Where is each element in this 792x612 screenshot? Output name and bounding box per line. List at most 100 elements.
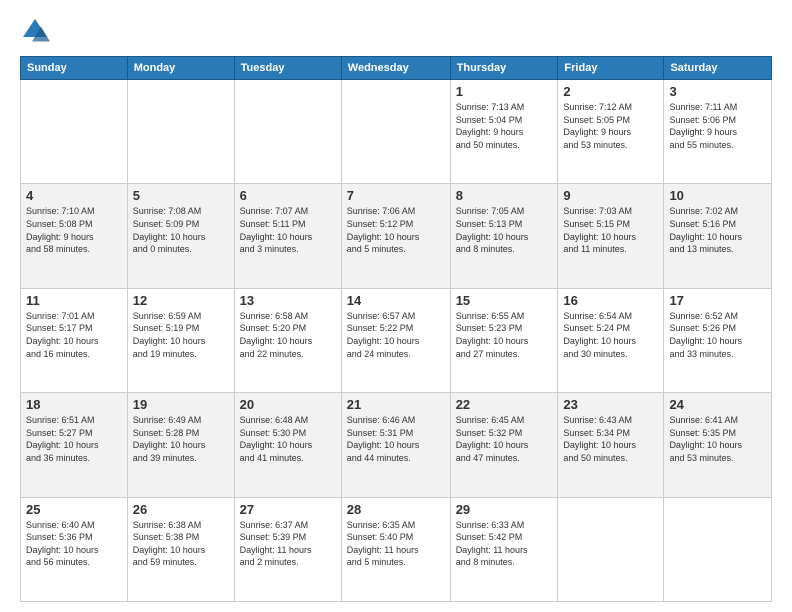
cell-info: Sunrise: 7:13 AM Sunset: 5:04 PM Dayligh… [456,101,553,151]
calendar-cell: 22Sunrise: 6:45 AM Sunset: 5:32 PM Dayli… [450,393,558,497]
cell-day-number: 4 [26,188,122,203]
cell-info: Sunrise: 7:08 AM Sunset: 5:09 PM Dayligh… [133,205,229,255]
cell-info: Sunrise: 6:35 AM Sunset: 5:40 PM Dayligh… [347,519,445,569]
cell-info: Sunrise: 7:03 AM Sunset: 5:15 PM Dayligh… [563,205,658,255]
calendar-header: SundayMondayTuesdayWednesdayThursdayFrid… [21,57,772,80]
cell-day-number: 2 [563,84,658,99]
calendar-cell [558,497,664,601]
calendar-cell: 4 Sunrise: 7:10 AM Sunset: 5:08 PM Daylig… [21,184,128,288]
cell-day-number: 27 [240,502,336,517]
cell-info: Sunrise: 6:49 AM Sunset: 5:28 PM Dayligh… [133,414,229,464]
cell-info: Sunrise: 6:55 AM Sunset: 5:23 PM Dayligh… [456,310,553,360]
cell-day-number: 25 [26,502,122,517]
cell-day-number: 21 [347,397,445,412]
cell-info: Sunrise: 6:41 AM Sunset: 5:35 PM Dayligh… [669,414,766,464]
calendar-cell: 23 Sunrise: 6:43 AM Sunset: 5:34 PM Dayli… [558,393,664,497]
calendar-cell: 28 Sunrise: 6:35 AM Sunset: 5:40 PM Dayli… [341,497,450,601]
cell-day-number: 6 [240,188,336,203]
calendar-cell: 14 Sunrise: 6:57 AM Sunset: 5:22 PM Dayli… [341,288,450,392]
cell-day-number: 10 [669,188,766,203]
day-header-sunday: Sunday [21,57,128,80]
day-header-wednesday: Wednesday [341,57,450,80]
calendar-cell: 9 Sunrise: 7:03 AM Sunset: 5:15 PM Daylig… [558,184,664,288]
calendar-cell: 16Sunrise: 6:54 AM Sunset: 5:24 PM Dayli… [558,288,664,392]
week-row-4: 25 Sunrise: 6:40 AM Sunset: 5:36 PM Dayli… [21,497,772,601]
cell-info: Sunrise: 7:12 AM Sunset: 5:05 PM Dayligh… [563,101,658,151]
week-row-0: 1 Sunrise: 7:13 AM Sunset: 5:04 PM Daylig… [21,80,772,184]
cell-info: Sunrise: 7:02 AM Sunset: 5:16 PM Dayligh… [669,205,766,255]
cell-day-number: 17 [669,293,766,308]
cell-day-number: 11 [26,293,122,308]
logo [20,16,56,46]
header [20,16,772,46]
day-header-thursday: Thursday [450,57,558,80]
cell-info: Sunrise: 7:10 AM Sunset: 5:08 PM Dayligh… [26,205,122,255]
cell-info: Sunrise: 7:07 AM Sunset: 5:11 PM Dayligh… [240,205,336,255]
calendar-cell: 17Sunrise: 6:52 AM Sunset: 5:26 PM Dayli… [664,288,772,392]
cell-info: Sunrise: 6:46 AM Sunset: 5:31 PM Dayligh… [347,414,445,464]
calendar-cell: 15 Sunrise: 6:55 AM Sunset: 5:23 PM Dayli… [450,288,558,392]
cell-info: Sunrise: 6:43 AM Sunset: 5:34 PM Dayligh… [563,414,658,464]
cell-day-number: 15 [456,293,553,308]
calendar-cell [664,497,772,601]
calendar-cell [127,80,234,184]
calendar-cell: 12 Sunrise: 6:59 AM Sunset: 5:19 PM Dayli… [127,288,234,392]
logo-icon [20,16,50,46]
cell-info: Sunrise: 7:11 AM Sunset: 5:06 PM Dayligh… [669,101,766,151]
header-row: SundayMondayTuesdayWednesdayThursdayFrid… [21,57,772,80]
cell-day-number: 14 [347,293,445,308]
cell-day-number: 24 [669,397,766,412]
day-header-saturday: Saturday [664,57,772,80]
calendar-cell: 1 Sunrise: 7:13 AM Sunset: 5:04 PM Daylig… [450,80,558,184]
cell-day-number: 26 [133,502,229,517]
cell-day-number: 18 [26,397,122,412]
cell-info: Sunrise: 7:01 AM Sunset: 5:17 PM Dayligh… [26,310,122,360]
cell-day-number: 1 [456,84,553,99]
cell-day-number: 9 [563,188,658,203]
calendar-cell: 6 Sunrise: 7:07 AM Sunset: 5:11 PM Daylig… [234,184,341,288]
calendar-cell: 11 Sunrise: 7:01 AM Sunset: 5:17 PM Dayli… [21,288,128,392]
cell-day-number: 13 [240,293,336,308]
cell-info: Sunrise: 6:57 AM Sunset: 5:22 PM Dayligh… [347,310,445,360]
day-header-friday: Friday [558,57,664,80]
calendar-cell: 5Sunrise: 7:08 AM Sunset: 5:09 PM Daylig… [127,184,234,288]
cell-info: Sunrise: 6:54 AM Sunset: 5:24 PM Dayligh… [563,310,658,360]
cell-day-number: 23 [563,397,658,412]
cell-day-number: 29 [456,502,553,517]
cell-day-number: 3 [669,84,766,99]
cell-info: Sunrise: 6:37 AM Sunset: 5:39 PM Dayligh… [240,519,336,569]
calendar-cell: 7 Sunrise: 7:06 AM Sunset: 5:12 PM Daylig… [341,184,450,288]
cell-day-number: 8 [456,188,553,203]
cell-info: Sunrise: 7:05 AM Sunset: 5:13 PM Dayligh… [456,205,553,255]
calendar-cell [21,80,128,184]
calendar-cell: 24 Sunrise: 6:41 AM Sunset: 5:35 PM Dayli… [664,393,772,497]
day-header-tuesday: Tuesday [234,57,341,80]
cell-info: Sunrise: 6:59 AM Sunset: 5:19 PM Dayligh… [133,310,229,360]
calendar-cell: 18Sunrise: 6:51 AM Sunset: 5:27 PM Dayli… [21,393,128,497]
cell-info: Sunrise: 6:58 AM Sunset: 5:20 PM Dayligh… [240,310,336,360]
cell-day-number: 7 [347,188,445,203]
week-row-1: 4 Sunrise: 7:10 AM Sunset: 5:08 PM Daylig… [21,184,772,288]
calendar-cell: 21 Sunrise: 6:46 AM Sunset: 5:31 PM Dayli… [341,393,450,497]
cell-info: Sunrise: 6:38 AM Sunset: 5:38 PM Dayligh… [133,519,229,569]
calendar-cell: 2 Sunrise: 7:12 AM Sunset: 5:05 PM Daylig… [558,80,664,184]
calendar-cell: 8 Sunrise: 7:05 AM Sunset: 5:13 PM Daylig… [450,184,558,288]
page: SundayMondayTuesdayWednesdayThursdayFrid… [0,0,792,612]
calendar-cell: 20 Sunrise: 6:48 AM Sunset: 5:30 PM Dayli… [234,393,341,497]
cell-day-number: 12 [133,293,229,308]
cell-day-number: 20 [240,397,336,412]
day-header-monday: Monday [127,57,234,80]
calendar-cell: 27 Sunrise: 6:37 AM Sunset: 5:39 PM Dayli… [234,497,341,601]
calendar-cell [234,80,341,184]
week-row-2: 11 Sunrise: 7:01 AM Sunset: 5:17 PM Dayli… [21,288,772,392]
calendar-cell: 3 Sunrise: 7:11 AM Sunset: 5:06 PM Daylig… [664,80,772,184]
calendar-body: 1 Sunrise: 7:13 AM Sunset: 5:04 PM Daylig… [21,80,772,602]
cell-day-number: 19 [133,397,229,412]
cell-info: Sunrise: 7:06 AM Sunset: 5:12 PM Dayligh… [347,205,445,255]
cell-info: Sunrise: 6:48 AM Sunset: 5:30 PM Dayligh… [240,414,336,464]
cell-day-number: 28 [347,502,445,517]
calendar-cell: 10 Sunrise: 7:02 AM Sunset: 5:16 PM Dayli… [664,184,772,288]
cell-day-number: 22 [456,397,553,412]
calendar-cell [341,80,450,184]
cell-info: Sunrise: 6:40 AM Sunset: 5:36 PM Dayligh… [26,519,122,569]
